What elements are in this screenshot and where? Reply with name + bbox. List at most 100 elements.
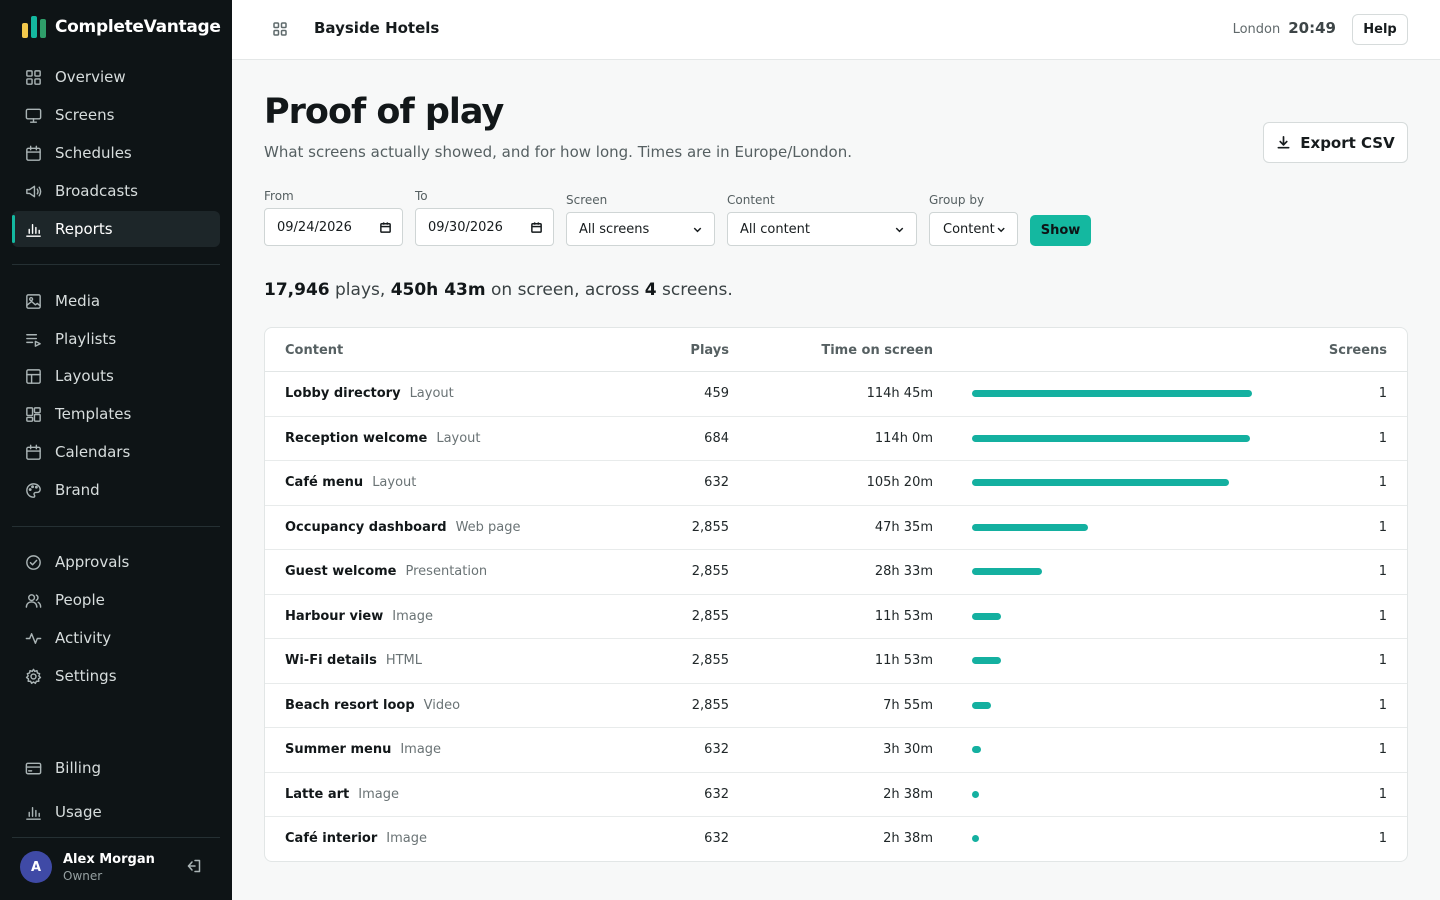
time-share-bar <box>972 523 1088 531</box>
plays-value: 2,855 <box>691 608 729 624</box>
clock: London 20:49 <box>1233 19 1336 37</box>
sidebar-item-label: Settings <box>55 667 117 685</box>
table-row[interactable]: Beach resort loop Video 2,855 7h 55m 1 <box>265 684 1407 728</box>
card-icon <box>23 758 43 778</box>
sidebar-item-brand[interactable]: Brand <box>12 472 220 508</box>
sidebar-item-label: Activity <box>55 629 112 647</box>
sidebar-item-playlists[interactable]: Playlists <box>12 321 220 357</box>
calendar-picker-icon[interactable] <box>379 221 392 234</box>
sidebar-item-calendars[interactable]: Calendars <box>12 434 220 470</box>
screens-value: 1 <box>1378 430 1387 446</box>
content-cell: Reception welcome Layout <box>285 431 481 446</box>
avatar: A <box>20 851 52 883</box>
grid-icon <box>23 67 43 87</box>
sidebar-item-schedules[interactable]: Schedules <box>12 135 220 171</box>
sidebar-divider <box>12 526 220 527</box>
from-date-input[interactable]: 09/24/2026 <box>264 208 403 246</box>
time-on-screen-value: 114h 45m <box>866 386 933 401</box>
content-type: Layout <box>436 430 481 446</box>
sidebar-divider <box>12 837 220 838</box>
gear-icon <box>23 666 43 686</box>
org-name[interactable]: Bayside Hotels <box>314 19 439 37</box>
to-label: To <box>415 189 428 203</box>
show-button[interactable]: Show <box>1030 215 1091 246</box>
sidebar-item-people[interactable]: People <box>12 582 220 618</box>
sidebar-item-overview[interactable]: Overview <box>12 59 220 95</box>
group-by-value: Content <box>943 221 995 237</box>
time-on-screen-value: 11h 53m <box>874 608 933 624</box>
sidebar-item-broadcasts[interactable]: Broadcasts <box>12 173 220 209</box>
export-csv-button[interactable]: Export CSV <box>1263 122 1408 163</box>
summary-time-word: on screen, across <box>490 280 640 300</box>
content-type: Image <box>358 786 399 802</box>
sidebar-item-screens[interactable]: Screens <box>12 97 220 133</box>
table-row[interactable]: Wi-Fi details HTML 2,855 11h 53m 1 <box>265 639 1407 684</box>
sidebar-item-label: Screens <box>55 106 115 124</box>
user-profile[interactable]: A Alex Morgan Owner <box>20 851 155 883</box>
table-row[interactable]: Summer menu Image 632 3h 30m 1 <box>265 728 1407 773</box>
people-icon <box>23 590 43 610</box>
sidebar-item-layouts[interactable]: Layouts <box>12 358 220 394</box>
sidebar-item-approvals[interactable]: Approvals <box>12 544 220 580</box>
time-on-screen-value: 105h 20m <box>866 475 933 490</box>
sidebar-item-settings[interactable]: Settings <box>12 658 220 694</box>
time-on-screen-value: 11h 53m <box>874 653 933 668</box>
header-time[interactable]: Time on screen <box>821 343 933 358</box>
sidebar-item-usage[interactable]: Usage <box>12 794 220 830</box>
group-by-select[interactable]: Content <box>929 212 1018 246</box>
time-share-bar <box>972 479 1229 486</box>
header-plays[interactable]: Plays <box>690 343 729 358</box>
summary-plays: 17,946 <box>264 280 330 300</box>
time-share-bar <box>972 612 1001 620</box>
plays-value: 632 <box>704 475 729 490</box>
screens-value: 1 <box>1378 475 1387 490</box>
table-row[interactable]: Harbour view Image 2,855 11h 53m 1 <box>265 595 1407 639</box>
time-share-bar <box>972 746 981 753</box>
page-title: Proof of play <box>264 92 504 132</box>
header-content[interactable]: Content <box>285 343 343 358</box>
calendar-icon <box>23 143 43 163</box>
sidebar-item-label: Usage <box>55 803 102 821</box>
time-share-bar <box>972 701 991 709</box>
sidebar-item-activity[interactable]: Activity <box>12 620 220 656</box>
table-row[interactable]: Lobby directory Layout 459 114h 45m 1 <box>265 372 1407 417</box>
topbar: Bayside Hotels London 20:49 Help <box>232 0 1440 60</box>
megaphone-icon <box>23 181 43 201</box>
content-type: Video <box>423 697 461 713</box>
brand-name: CompleteVantage <box>55 17 221 37</box>
content-type: Layout <box>409 386 454 401</box>
table-row[interactable]: Guest welcome Presentation 2,855 28h 33m 1 <box>265 550 1407 595</box>
org-switcher-icon[interactable] <box>272 21 290 39</box>
sidebar-item-billing[interactable]: Billing <box>12 750 220 786</box>
content-name: Latte art <box>285 786 350 802</box>
calendar-picker-icon[interactable] <box>530 221 543 234</box>
sidebar-item-label: Overview <box>55 68 126 86</box>
sidebar-item-media[interactable]: Media <box>12 283 220 319</box>
sidebar-item-label: Schedules <box>55 144 132 162</box>
table-row[interactable]: Occupancy dashboard Web page 2,855 47h 35m 1 <box>265 506 1407 550</box>
content-type: Web page <box>455 519 521 535</box>
table-row[interactable]: Café interior Image 632 2h 38m 1 <box>265 817 1407 861</box>
screen-select[interactable]: All screens <box>566 212 715 246</box>
table-row[interactable]: Reception welcome Layout 684 114h 0m 1 <box>265 417 1407 461</box>
table-header: Content Plays Time on screen Screens <box>265 328 1407 372</box>
sidebar: CompleteVantage Overview Screens Schedules… <box>0 0 232 900</box>
content-cell: Café interior Image <box>285 831 427 846</box>
sidebar-item-reports[interactable]: Reports <box>12 211 220 247</box>
screens-value: 1 <box>1378 386 1387 401</box>
plays-value: 632 <box>704 786 729 802</box>
to-date-input[interactable]: 09/30/2026 <box>415 208 554 246</box>
brand[interactable]: CompleteVantage <box>22 16 221 38</box>
help-button[interactable]: Help <box>1352 14 1408 45</box>
time-share-bar <box>972 434 1250 442</box>
table-row[interactable]: Latte art Image 632 2h 38m 1 <box>265 773 1407 817</box>
download-icon <box>1277 136 1290 149</box>
plays-value: 2,855 <box>691 519 729 535</box>
logout-icon[interactable] <box>186 858 204 876</box>
sidebar-item-templates[interactable]: Templates <box>12 396 220 432</box>
content-name: Café menu <box>285 475 364 490</box>
content-select[interactable]: All content <box>727 212 917 246</box>
header-screens[interactable]: Screens <box>1329 343 1387 358</box>
screens-value: 1 <box>1378 742 1387 757</box>
table-row[interactable]: Café menu Layout 632 105h 20m 1 <box>265 461 1407 506</box>
